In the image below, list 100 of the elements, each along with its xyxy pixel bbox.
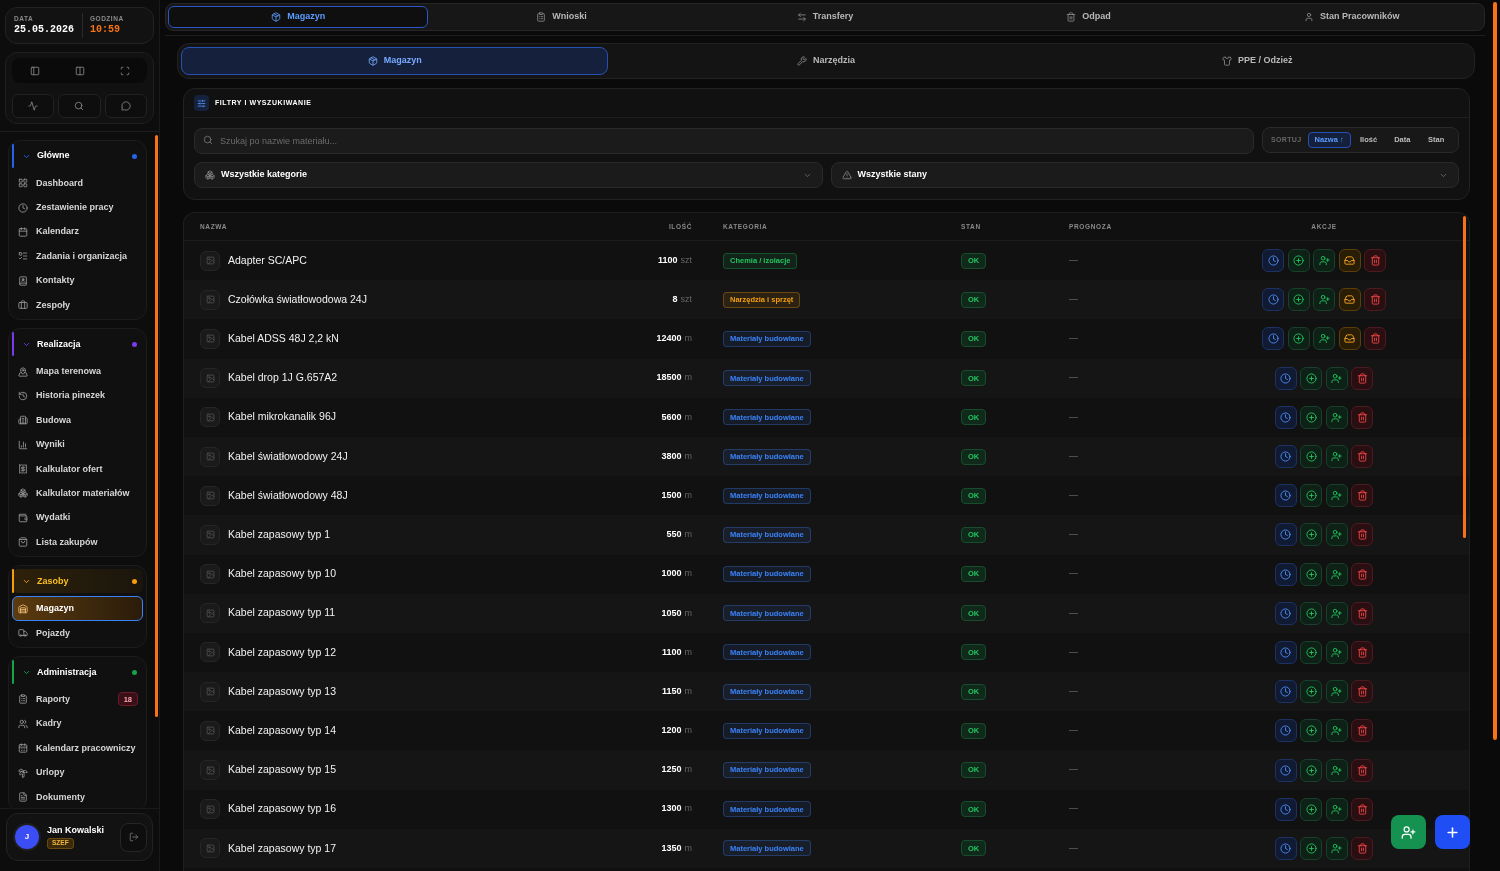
nav-item[interactable]: Kontakty <box>12 268 143 293</box>
history-button[interactable] <box>1274 680 1297 704</box>
add-button[interactable] <box>1287 249 1310 273</box>
add-button[interactable] <box>1300 562 1323 586</box>
add-button[interactable] <box>1300 445 1323 469</box>
nav-group-header[interactable]: Główne <box>12 144 143 168</box>
history-button[interactable] <box>1274 836 1297 860</box>
assign-button[interactable] <box>1325 562 1348 586</box>
category-select[interactable]: Wszystkie kategorie <box>194 162 823 188</box>
assign-button[interactable] <box>1325 680 1348 704</box>
tab[interactable]: Narzędzia <box>612 47 1040 75</box>
nav-group-header[interactable]: Zasoby <box>12 569 143 594</box>
assign-button[interactable] <box>1325 601 1348 625</box>
delete-button[interactable] <box>1364 327 1386 351</box>
add-button[interactable] <box>1300 523 1323 547</box>
add-button[interactable] <box>1287 327 1310 351</box>
assign-button[interactable] <box>1325 405 1348 429</box>
inbox-button[interactable] <box>1338 327 1361 351</box>
scrollbar-thumb[interactable] <box>1463 216 1466 538</box>
history-button[interactable] <box>1274 445 1297 469</box>
nav-item[interactable]: Budowa <box>12 408 143 433</box>
history-button[interactable] <box>1274 562 1297 586</box>
delete-button[interactable] <box>1351 523 1374 547</box>
nav-item[interactable]: Dokumenty <box>12 784 143 808</box>
nav-item[interactable]: Zespoły <box>12 292 143 318</box>
delete-button[interactable] <box>1351 680 1374 704</box>
history-button[interactable] <box>1274 366 1297 390</box>
tab[interactable]: Magazyn <box>181 47 609 75</box>
nav-item[interactable]: Urlopy <box>12 760 143 785</box>
nav-item[interactable]: Kalendarz <box>12 219 143 245</box>
assign-button[interactable] <box>1325 445 1348 469</box>
add-button[interactable] <box>1300 680 1323 704</box>
delete-button[interactable] <box>1351 562 1374 586</box>
tab[interactable]: Magazyn <box>168 6 429 28</box>
scrollbar-thumb[interactable] <box>1493 2 1497 740</box>
add-button[interactable] <box>1300 366 1323 390</box>
nav-item[interactable]: Pojazdy <box>12 620 143 646</box>
delete-button[interactable] <box>1351 366 1374 390</box>
nav-item[interactable]: Historia pinezek <box>12 383 143 409</box>
nav-group-header[interactable]: Realizacja <box>12 332 143 357</box>
delete-button[interactable] <box>1351 797 1374 821</box>
tab[interactable]: PPE / Odzież <box>1043 47 1471 75</box>
history-button[interactable] <box>1274 484 1297 508</box>
history-button[interactable] <box>1274 719 1297 743</box>
tab[interactable]: Stan Pracowników <box>1221 6 1483 28</box>
delete-button[interactable] <box>1351 758 1374 782</box>
add-button[interactable] <box>1287 288 1310 312</box>
nav-item[interactable]: Kadry <box>12 711 143 737</box>
history-button[interactable] <box>1262 249 1284 273</box>
assign-button[interactable] <box>1325 797 1348 821</box>
history-button[interactable] <box>1274 601 1297 625</box>
nav-item[interactable]: Wydatki <box>12 505 143 531</box>
assign-button[interactable] <box>1313 249 1335 273</box>
history-button[interactable] <box>1274 523 1297 547</box>
assign-button[interactable] <box>1325 758 1348 782</box>
delete-button[interactable] <box>1351 836 1374 860</box>
history-button[interactable] <box>1274 640 1297 664</box>
tool-button[interactable] <box>58 94 101 118</box>
nav-item[interactable]: Magazyn <box>12 596 143 621</box>
assign-button[interactable] <box>1325 523 1348 547</box>
assign-button[interactable] <box>1325 484 1348 508</box>
add-button[interactable] <box>1300 601 1323 625</box>
delete-button[interactable] <box>1351 484 1374 508</box>
add-person-button[interactable] <box>1391 815 1426 849</box>
assign-button[interactable] <box>1325 366 1348 390</box>
tab[interactable]: Odpad <box>958 6 1219 28</box>
nav-item[interactable]: Mapa terenowa <box>12 359 143 384</box>
nav-item[interactable]: Kalendarz pracowniczy <box>12 736 143 761</box>
history-button[interactable] <box>1274 405 1297 429</box>
nav-item[interactable]: Kalkulator materiałów <box>12 481 143 506</box>
history-button[interactable] <box>1274 758 1297 782</box>
tab[interactable]: Transfery <box>694 6 956 28</box>
delete-button[interactable] <box>1351 405 1374 429</box>
add-button[interactable] <box>1300 719 1323 743</box>
add-button[interactable] <box>1300 758 1323 782</box>
assign-button[interactable] <box>1325 719 1348 743</box>
history-button[interactable] <box>1274 797 1297 821</box>
delete-button[interactable] <box>1364 249 1386 273</box>
nav-item[interactable]: Zestawienie pracy <box>12 195 143 220</box>
delete-button[interactable] <box>1364 288 1386 312</box>
tab[interactable]: Wnioski <box>431 6 692 28</box>
history-button[interactable] <box>1262 288 1284 312</box>
add-button[interactable] <box>1435 815 1470 849</box>
add-button[interactable] <box>1300 797 1323 821</box>
assign-button[interactable] <box>1313 327 1335 351</box>
assign-button[interactable] <box>1313 288 1335 312</box>
delete-button[interactable] <box>1351 719 1374 743</box>
add-button[interactable] <box>1300 405 1323 429</box>
nav-group-header[interactable]: Administracja <box>12 660 143 685</box>
delete-button[interactable] <box>1351 445 1374 469</box>
history-button[interactable] <box>1262 327 1284 351</box>
inbox-button[interactable] <box>1338 288 1361 312</box>
add-button[interactable] <box>1300 484 1323 508</box>
search-field[interactable]: Szukaj po nazwie materiału... <box>194 128 1254 154</box>
tool-button[interactable] <box>104 94 147 118</box>
nav-item[interactable]: Kalkulator ofert <box>12 456 143 482</box>
nav-item[interactable]: Dashboard <box>12 171 143 196</box>
delete-button[interactable] <box>1351 640 1374 664</box>
nav-item[interactable]: Zadania i organizacja <box>12 244 143 269</box>
assign-button[interactable] <box>1325 640 1348 664</box>
